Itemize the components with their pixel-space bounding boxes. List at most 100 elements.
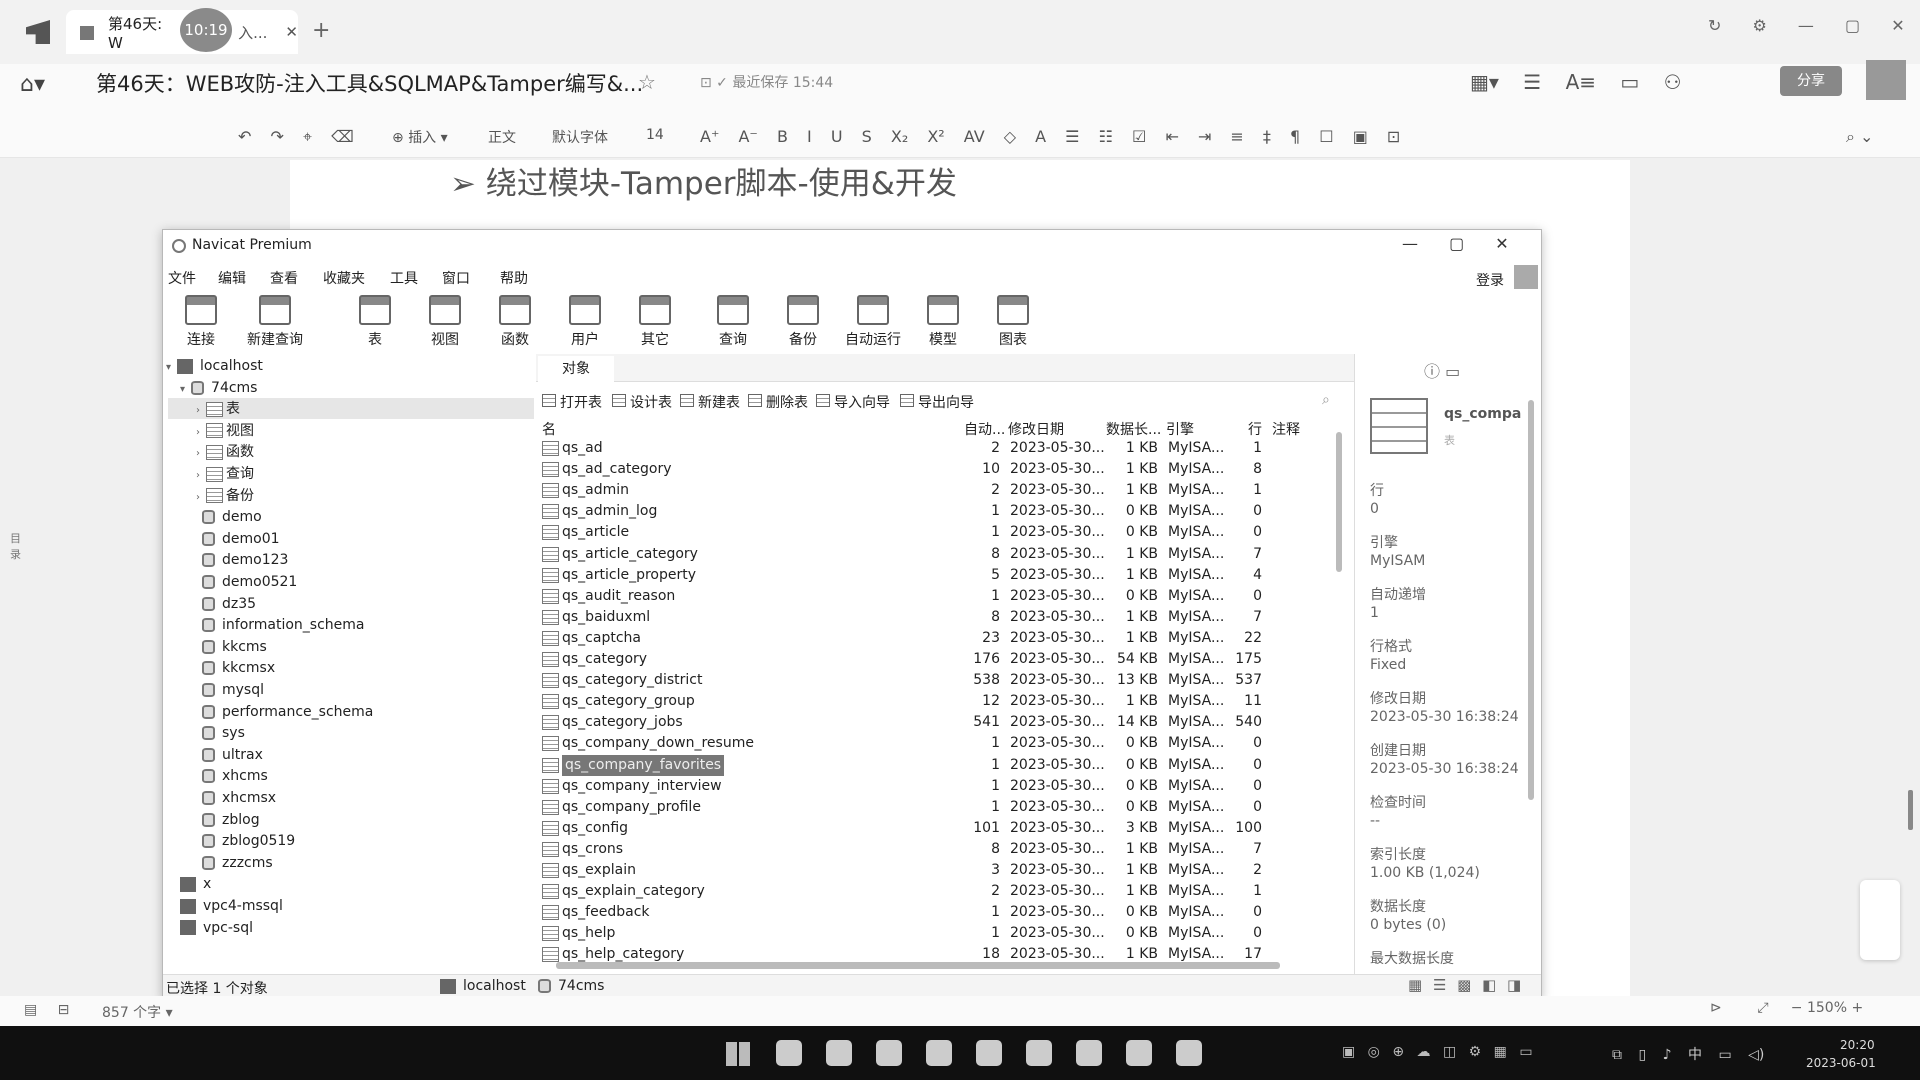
tool-8[interactable]: 备份 — [768, 295, 838, 349]
table-row[interactable]: qs_admin_log 1 0 KB 0 2023-05-30... MyISA... — [540, 501, 1330, 522]
table-row[interactable]: qs_captcha 23 1 KB 22 2023-05-30... MyISA... — [540, 628, 1330, 649]
tool-5[interactable]: 用户 — [550, 295, 620, 349]
tree-db-74cms[interactable]: ▾ 74cms — [180, 378, 257, 398]
tree-db[interactable]: kkcms — [196, 637, 267, 657]
table-row[interactable]: qs_admin 2 1 KB 1 2023-05-30... MyISA... — [540, 480, 1330, 501]
table-row[interactable]: qs_article 1 0 KB 0 2023-05-30... MyISA... — [540, 522, 1330, 543]
taskbar-app-icon[interactable] — [926, 1040, 952, 1066]
action-3[interactable]: 删除表 — [766, 392, 808, 412]
table-row[interactable]: qs_category_group 12 1 KB 11 2023-05-30... My… — [540, 691, 1330, 712]
undo-redo-icons[interactable]: ↶ ↷ ⌖ ⌫ — [238, 127, 354, 147]
tool-0[interactable]: 连接 — [166, 295, 236, 349]
table-row[interactable]: qs_category_district 538 13 KB 537 2023-05-3… — [540, 670, 1330, 691]
font-size-select[interactable]: 14 — [646, 127, 664, 143]
column-header-2[interactable]: 修改日期 — [1008, 419, 1064, 439]
tray-right-icons[interactable]: ⧉ ▯ ♪ 中 ▭ ◁) — [1612, 1044, 1764, 1064]
taskbar-time[interactable]: 20:20 — [1840, 1038, 1875, 1052]
column-header-5[interactable]: 行 — [1248, 419, 1262, 439]
tool-4[interactable]: 函数 — [480, 295, 550, 349]
action-4[interactable]: 导入向导 — [834, 392, 890, 412]
taskbar-date[interactable]: 2023-06-01 — [1806, 1056, 1876, 1070]
tool-1[interactable]: 新建查询 — [240, 295, 310, 349]
tree-connection[interactable]: vpc4-mssql — [180, 896, 283, 916]
tree-db[interactable]: sys — [196, 723, 245, 743]
tree-db[interactable]: xhcms — [196, 766, 268, 786]
home-icon[interactable]: ⌂▾ — [20, 72, 45, 97]
window-controls[interactable]: ↻ ⚙ — ▢ ✕ — [1708, 16, 1905, 35]
expand-arrow-icon[interactable]: › — [196, 470, 200, 481]
expand-arrow-icon[interactable]: › — [196, 448, 200, 459]
tree-child-4[interactable]: › 备份 — [196, 486, 254, 506]
column-header-6[interactable]: 注释 — [1272, 419, 1300, 439]
menu-1[interactable]: 编辑 — [218, 268, 246, 288]
tool-9[interactable]: 自动运行 — [838, 295, 908, 349]
tree-db[interactable]: ultrax — [196, 745, 263, 765]
expand-arrow-icon[interactable]: › — [196, 405, 200, 416]
word-count[interactable]: 857 个字 ▾ — [102, 1002, 173, 1022]
table-row[interactable]: qs_company_down_resume 1 0 KB 0 2023-05-30..… — [540, 733, 1330, 754]
tree-db[interactable]: information_schema — [196, 615, 365, 635]
table-row[interactable]: qs_audit_reason 1 0 KB 0 2023-05-30... MyISA.… — [540, 586, 1330, 607]
table-row[interactable]: qs_feedback 1 0 KB 0 2023-05-30... MyISA... — [540, 902, 1330, 923]
share-button[interactable]: 分享 — [1780, 66, 1842, 96]
table-row[interactable]: qs_ad_category 10 1 KB 8 2023-05-30... MyISA.… — [540, 459, 1330, 480]
expand-arrow-icon[interactable]: ▾ — [166, 362, 171, 373]
tree-child-3[interactable]: › 查询 — [196, 464, 254, 484]
menu-2[interactable]: 查看 — [270, 268, 298, 288]
menu-5[interactable]: 窗口 — [442, 268, 470, 288]
insert-button[interactable]: ⊕ 插入 ▾ — [392, 127, 448, 147]
toolbar-right-icons[interactable]: ▦▾ ☰ A≡ ▭ ⚇ — [1470, 70, 1682, 94]
expand-arrow-icon[interactable]: › — [196, 427, 200, 438]
table-row[interactable]: qs_article_category 8 1 KB 7 2023-05-30... My… — [540, 544, 1330, 565]
avatar[interactable] — [1866, 60, 1906, 100]
table-row[interactable]: qs_explain_category 2 1 KB 1 2023-05-30... My… — [540, 881, 1330, 902]
right-zoom-slider[interactable] — [1908, 790, 1913, 830]
tree-db[interactable]: dz35 — [196, 594, 256, 614]
tree-server[interactable]: ▾ localhost — [166, 356, 263, 376]
tool-2[interactable]: 表 — [340, 295, 410, 349]
column-header-3[interactable]: 数据长... — [1106, 419, 1161, 439]
column-header-4[interactable]: 引擎 — [1166, 419, 1194, 439]
taskbar-app-icon[interactable] — [976, 1040, 1002, 1066]
start-icon[interactable] — [726, 1042, 750, 1066]
float-toolbar[interactable] — [1860, 880, 1900, 960]
grid-hscroll[interactable] — [556, 962, 1280, 969]
table-row[interactable]: qs_explain 3 1 KB 2 2023-05-30... MyISA... — [540, 860, 1330, 881]
tree-db[interactable]: demo123 — [196, 550, 288, 570]
tree-db[interactable]: zblog0519 — [196, 831, 295, 851]
tool-11[interactable]: 图表 — [978, 295, 1048, 349]
table-row[interactable]: qs_company_interview 1 0 KB 0 2023-05-30... M… — [540, 776, 1330, 797]
taskbar-app-icon[interactable] — [1176, 1040, 1202, 1066]
tree-child-2[interactable]: › 函数 — [196, 442, 254, 462]
object-search-icon[interactable]: ⌕ — [1322, 392, 1330, 408]
view-mode-icons[interactable]: ▦ ☰ ▩ ◧ ◨ — [1408, 976, 1521, 994]
table-row[interactable]: qs_help 1 0 KB 0 2023-05-30... MyISA... — [540, 923, 1330, 944]
column-header-0[interactable]: 名 — [542, 419, 556, 439]
tree-connection[interactable]: x — [180, 874, 211, 894]
tree-db[interactable]: zzzcms — [196, 853, 273, 873]
new-tab-icon[interactable]: + — [312, 18, 330, 43]
tree-db[interactable]: performance_schema — [196, 702, 373, 722]
taskbar-app-icon[interactable] — [826, 1040, 852, 1066]
tray-icons[interactable]: ▣ ◎ ⊕ ☁ ◫ ⚙ ▦ ▭ — [1342, 1044, 1533, 1060]
menu-6[interactable]: 帮助 — [500, 268, 528, 288]
navicat-window-controls[interactable]: — ▢ ✕ — [1402, 234, 1509, 253]
menu-3[interactable]: 收藏夹 — [323, 268, 365, 288]
table-row[interactable]: qs_baiduxml 8 1 KB 7 2023-05-30... MyISA... — [540, 607, 1330, 628]
table-row[interactable]: qs_category_jobs 541 14 KB 540 2023-05-30...… — [540, 712, 1330, 733]
table-row[interactable]: qs_config 101 3 KB 100 2023-05-30... MyISA... — [540, 818, 1330, 839]
document-title[interactable]: 第46天：WEB攻防-注入工具&SQLMAP&Tamper编写&... — [96, 68, 643, 98]
style-select[interactable]: 正文 — [488, 127, 516, 147]
menu-0[interactable]: 文件 — [168, 268, 196, 288]
info-icon[interactable]: ⓘ ▭ — [1424, 358, 1460, 382]
tool-3[interactable]: 视图 — [410, 295, 480, 349]
table-row[interactable]: qs_company_profile 1 0 KB 0 2023-05-30... MyI… — [540, 797, 1330, 818]
tree-db[interactable]: demo0521 — [196, 572, 297, 592]
format-icons[interactable]: A⁺ A⁻ B I U S X₂ X² AV ◇ A ☰ ☷ ☑ ⇤ ⇥ ≡ ‡… — [700, 127, 1400, 146]
tree-db[interactable]: demo — [196, 507, 262, 527]
action-1[interactable]: 设计表 — [630, 392, 672, 412]
tree-db[interactable]: mysql — [196, 680, 264, 700]
table-row[interactable]: qs_crons 8 1 KB 7 2023-05-30... MyISA... — [540, 839, 1330, 860]
tree-db[interactable]: demo01 — [196, 529, 280, 549]
font-select[interactable]: 默认字体 — [552, 127, 608, 147]
